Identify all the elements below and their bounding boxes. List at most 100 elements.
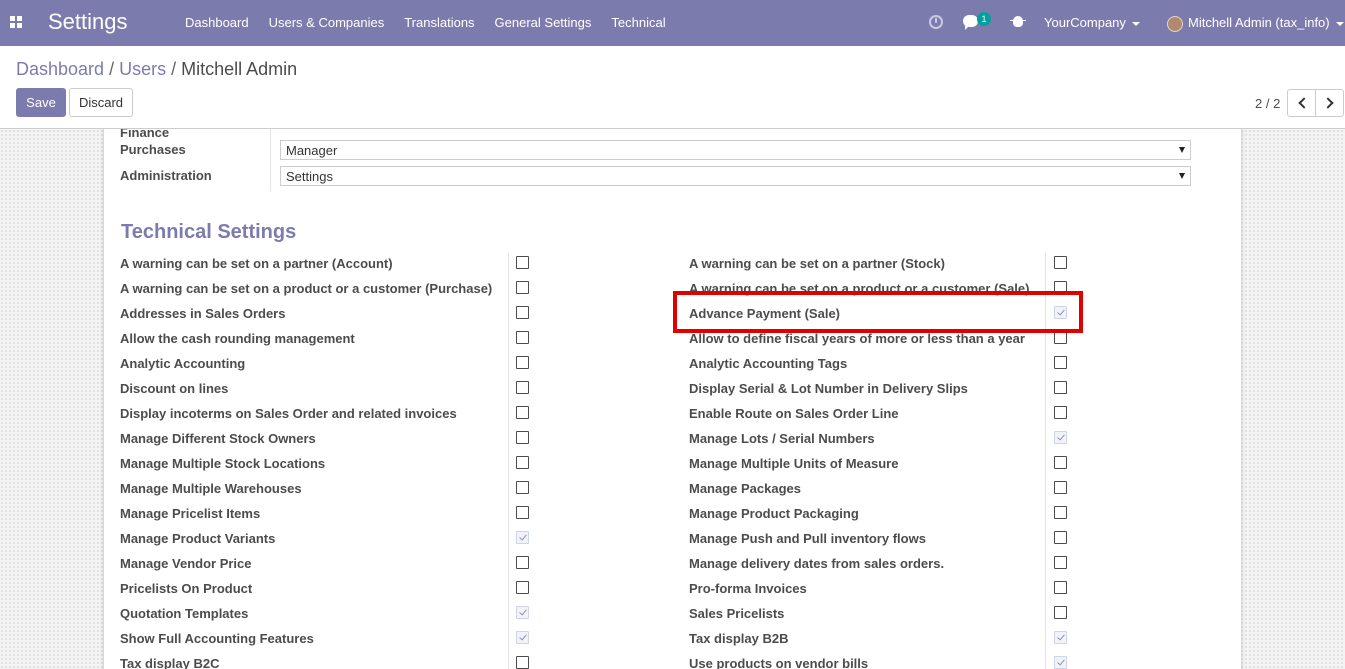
setting-label: Allow the cash rounding management [120,331,355,346]
setting-checkbox-a-warning-can-be-set-on-a-partner-stock[interactable] [1054,256,1067,269]
setting-checkbox-manage-vendor-price[interactable] [516,556,529,569]
discard-button[interactable]: Discard [69,88,133,117]
setting-label: Manage Multiple Warehouses [120,481,302,496]
setting-row-use-products-on-vendor-bills: Use products on vendor bills [689,651,1129,669]
setting-checkbox-a-warning-can-be-set-on-a-product-or-a-customer-purchase[interactable] [516,281,529,294]
control-panel: Dashboard / Users / Mitchell Admin Save Disc… [0,46,1345,129]
setting-checkbox-manage-push-and-pull-inventory-flows[interactable] [1054,531,1067,544]
setting-checkbox-analytic-accounting[interactable] [516,356,529,369]
setting-checkbox-a-warning-can-be-set-on-a-product-or-a-customer-sale[interactable] [1054,281,1067,294]
setting-label: A warning can be set on a partner (Accou… [120,256,393,271]
company-switcher[interactable]: YourCompany [1044,0,1140,46]
setting-label: Manage Push and Pull inventory flows [689,531,926,546]
setting-label: Pricelists On Product [120,581,253,596]
setting-row-analytic-accounting: Analytic Accounting [120,351,560,376]
setting-label: Enable Route on Sales Order Line [689,406,899,421]
setting-label: Display Serial & Lot Number in Delivery … [689,381,968,396]
setting-checkbox-display-serial-lot-number-in-delivery-slips[interactable] [1054,381,1067,394]
setting-row-enable-route-on-sales-order-line: Enable Route on Sales Order Line [689,401,1129,426]
setting-checkbox-manage-multiple-warehouses[interactable] [516,481,529,494]
setting-checkbox-manage-product-variants[interactable] [516,531,529,544]
caret-down-icon [1179,147,1185,153]
setting-label: Manage delivery dates from sales orders. [689,556,945,571]
save-button[interactable]: Save [16,88,66,117]
menu-users-companies[interactable]: Users & Companies [259,0,395,46]
apps-menu-icon[interactable] [10,16,22,28]
chat-badge: 1 [977,12,991,26]
setting-checkbox-show-full-accounting-features[interactable] [516,631,529,644]
setting-row-sales-pricelists: Sales Pricelists [689,601,1129,626]
setting-label: Sales Pricelists [689,606,785,621]
setting-row-a-warning-can-be-set-on-a-partner-account: A warning can be set on a partner (Accou… [120,251,560,276]
setting-row-pro-forma-invoices: Pro-forma Invoices [689,576,1129,601]
form-content: Finance Purchases Administration Manager… [0,129,1345,669]
user-menu[interactable]: Mitchell Admin (tax_info) [1167,0,1344,46]
setting-checkbox-manage-different-stock-owners[interactable] [516,431,529,444]
setting-row-manage-delivery-dates-from-sales-orders: Manage delivery dates from sales orders. [689,551,1129,576]
setting-checkbox-pricelists-on-product[interactable] [516,581,529,594]
setting-label: Show Full Accounting Features [120,631,314,646]
setting-row-manage-lots-serial-numbers: Manage Lots / Serial Numbers [689,426,1129,451]
menu-technical[interactable]: Technical [601,0,675,46]
setting-checkbox-enable-route-on-sales-order-line[interactable] [1054,406,1067,419]
setting-checkbox-manage-packages[interactable] [1054,481,1067,494]
setting-row-analytic-accounting-tags: Analytic Accounting Tags [689,351,1129,376]
label-administration: Administration [120,168,212,183]
setting-checkbox-use-products-on-vendor-bills[interactable] [1054,656,1067,669]
setting-checkbox-a-warning-can-be-set-on-a-partner-account[interactable] [516,256,529,269]
caret-down-icon [1179,173,1185,179]
user-name: Mitchell Admin (tax_info) [1188,15,1330,30]
purchases-value: Manager [286,143,338,158]
setting-checkbox-pro-forma-invoices[interactable] [1054,581,1067,594]
pager-next-button[interactable] [1315,89,1344,117]
pager-previous-button[interactable] [1287,89,1316,117]
setting-checkbox-tax-display-b2c[interactable] [516,656,529,669]
setting-checkbox-manage-pricelist-items[interactable] [516,506,529,519]
setting-checkbox-advance-payment-sale[interactable] [1054,306,1067,319]
setting-label: Analytic Accounting Tags [689,356,848,371]
setting-row-manage-product-packaging: Manage Product Packaging [689,501,1129,526]
breadcrumb: Dashboard / Users / Mitchell Admin [16,59,297,80]
setting-label: Manage Product Variants [120,531,276,546]
chat-icon[interactable] [963,15,978,30]
menu-translations[interactable]: Translations [394,0,484,46]
setting-checkbox-allow-to-define-fiscal-years-of-more-or-less-than-a-year[interactable] [1054,331,1067,344]
setting-checkbox-manage-delivery-dates-from-sales-orders[interactable] [1054,556,1067,569]
setting-label: Allow to define fiscal years of more or … [689,331,1025,346]
setting-checkbox-quotation-templates[interactable] [516,606,529,619]
section-title-technical-settings: Technical Settings [121,221,297,243]
administration-select[interactable]: Settings [280,166,1191,186]
setting-label: Advance Payment (Sale) [689,306,841,321]
setting-row-pricelists-on-product: Pricelists On Product [120,576,560,601]
setting-checkbox-addresses-in-sales-orders[interactable] [516,306,529,319]
top-navbar: Settings Dashboard Users & Companies Tra… [0,0,1345,46]
purchases-select[interactable]: Manager [280,140,1191,160]
setting-checkbox-discount-on-lines[interactable] [516,381,529,394]
setting-row-discount-on-lines: Discount on lines [120,376,560,401]
setting-checkbox-display-incoterms-on-sales-order-and-related-invoices[interactable] [516,406,529,419]
setting-checkbox-tax-display-b2b[interactable] [1054,631,1067,644]
debug-bug-icon[interactable] [1010,16,1026,27]
setting-row-manage-multiple-stock-locations: Manage Multiple Stock Locations [120,451,560,476]
label-finance: Finance [120,129,170,140]
caret-down-icon [1131,21,1140,26]
activity-clock-icon[interactable] [929,15,943,29]
menu-general-settings[interactable]: General Settings [485,0,602,46]
menu-dashboard[interactable]: Dashboard [175,0,259,46]
label-purchases: Purchases [120,142,186,157]
setting-label: Manage Packages [689,481,802,496]
setting-checkbox-manage-lots-serial-numbers[interactable] [1054,431,1067,444]
setting-row-a-warning-can-be-set-on-a-product-or-a-customer-purchase: A warning can be set on a product or a c… [120,276,560,301]
setting-checkbox-manage-product-packaging[interactable] [1054,506,1067,519]
setting-checkbox-allow-the-cash-rounding-management[interactable] [516,331,529,344]
setting-checkbox-analytic-accounting-tags[interactable] [1054,356,1067,369]
breadcrumb-users[interactable]: Users [119,59,166,79]
breadcrumb-dashboard[interactable]: Dashboard [16,59,104,79]
setting-checkbox-manage-multiple-units-of-measure[interactable] [1054,456,1067,469]
setting-label: A warning can be set on a product or a c… [689,281,1030,296]
setting-row-display-serial-lot-number-in-delivery-slips: Display Serial & Lot Number in Delivery … [689,376,1129,401]
pager-value: 2 / 2 [1255,96,1281,111]
setting-checkbox-sales-pricelists[interactable] [1054,606,1067,619]
setting-label: Quotation Templates [120,606,249,621]
setting-checkbox-manage-multiple-stock-locations[interactable] [516,456,529,469]
